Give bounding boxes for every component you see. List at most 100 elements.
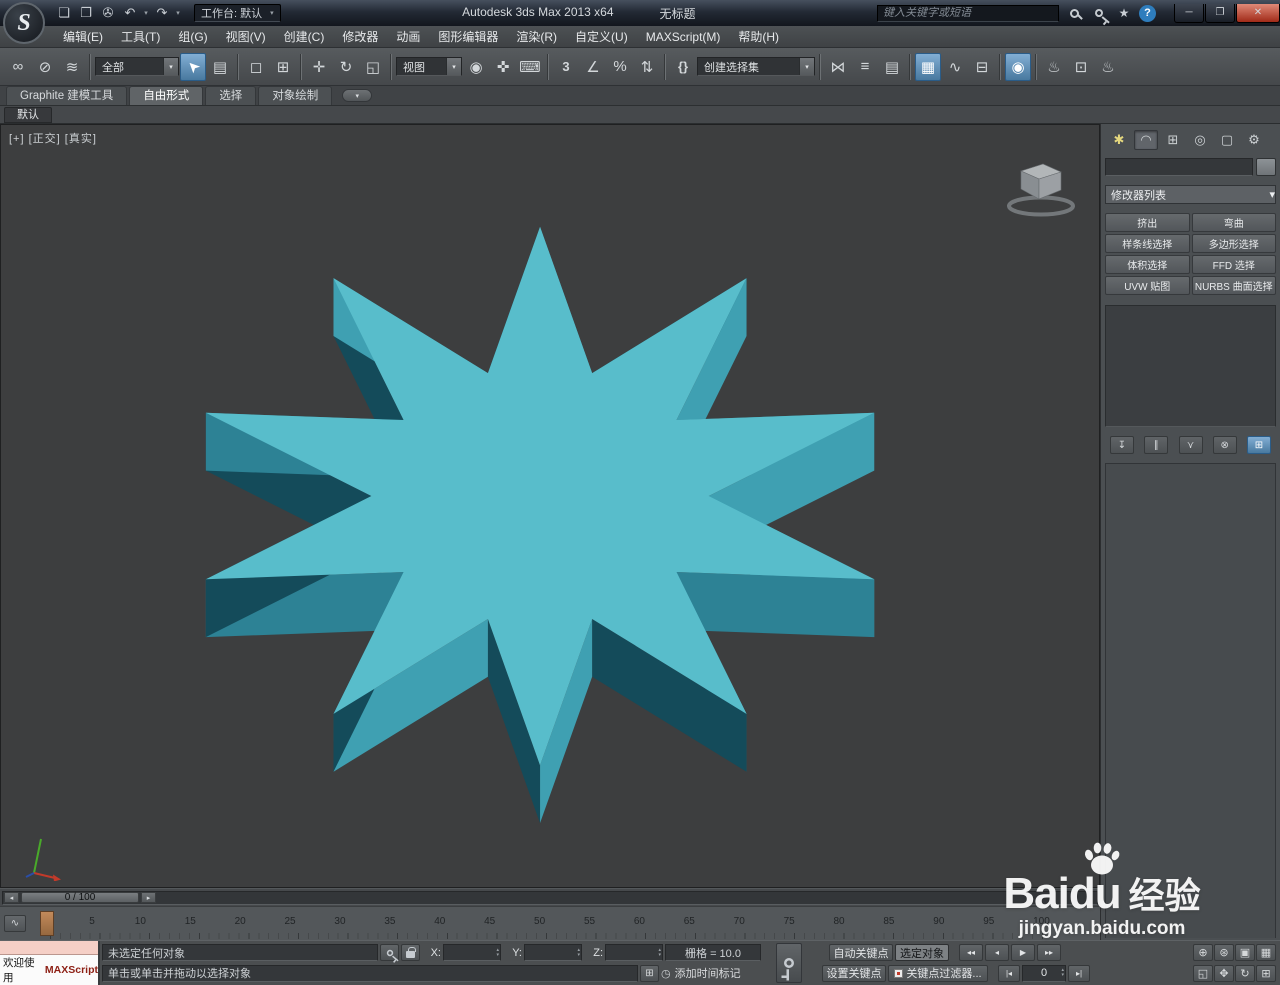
- previous-frame-arrow[interactable]: ◂: [4, 892, 19, 903]
- listener-line[interactable]: 欢迎使用 MAXScript: [0, 955, 98, 985]
- curve-editor-icon[interactable]: ∿: [942, 53, 968, 81]
- y-coordinate-field[interactable]: ▴ ▾: [524, 944, 582, 962]
- angle-snap-icon[interactable]: ∠: [580, 53, 606, 81]
- menu-item-rendering[interactable]: 渲染(R): [507, 26, 566, 48]
- select-by-name-icon[interactable]: ▤: [207, 53, 233, 81]
- save-file-icon[interactable]: ✇: [98, 3, 118, 23]
- modifier-list-dropdown[interactable]: 修改器列表 ▾: [1105, 185, 1276, 204]
- time-slider-track[interactable]: ◂ 0 / 100 ▸: [2, 890, 1098, 905]
- select-and-move-icon[interactable]: ✛: [306, 53, 332, 81]
- tab-freeform[interactable]: 自由形式: [129, 86, 204, 105]
- modifier-button-spline-select[interactable]: 样条线选择: [1105, 234, 1190, 253]
- use-pivot-center-icon[interactable]: ◉: [463, 53, 489, 81]
- workspace-dropdown[interactable]: 工作台: 默认 ▾: [194, 4, 281, 22]
- track-bar[interactable]: ∿ 5 10 15 20 25 30 35 40 45 50 55 60 65 70 75 80 85 90 95 1…: [0, 906, 1100, 940]
- favorites-star-icon[interactable]: ★: [1114, 3, 1134, 23]
- named-selection-set-dropdown[interactable]: 创建选择集 ▾: [697, 57, 815, 76]
- bind-to-spacewarp-icon[interactable]: ≋: [59, 53, 85, 81]
- mini-curve-editor-icon[interactable]: ∿: [4, 915, 26, 932]
- edit-named-selection-sets-icon[interactable]: {}: [670, 53, 696, 81]
- modifier-stack[interactable]: [1105, 305, 1276, 427]
- pin-stack-icon[interactable]: ↧: [1110, 436, 1134, 454]
- modifier-button-nurbs-select[interactable]: NURBS 曲面选择: [1191, 276, 1276, 295]
- absolute-offset-mode-icon[interactable]: ⊞: [640, 964, 659, 982]
- add-time-tag[interactable]: ◷ 添加时间标记: [661, 965, 769, 981]
- previous-key-button[interactable]: |◂: [998, 964, 1020, 982]
- selection-lock-key-icon[interactable]: [380, 944, 399, 962]
- select-object-icon[interactable]: ➤: [180, 52, 206, 81]
- modifier-button-poly-select[interactable]: 多边形选择: [1191, 234, 1276, 253]
- zoom-all-icon[interactable]: ⊛: [1214, 944, 1234, 962]
- viewcube[interactable]: [1003, 155, 1079, 217]
- zoom-icon[interactable]: ⊕: [1193, 944, 1213, 962]
- menu-item-edit[interactable]: 编辑(E): [54, 26, 112, 48]
- auto-key-button[interactable]: 自动关键点: [829, 944, 893, 962]
- modifier-button-extrude[interactable]: 挤出: [1105, 213, 1190, 232]
- time-slider-handle[interactable]: 0 / 100: [21, 892, 139, 903]
- modifier-button-uvw-map[interactable]: UVW 贴图: [1105, 276, 1190, 295]
- tab-default[interactable]: 默认: [4, 106, 52, 123]
- selected-filter-button[interactable]: 选定对象: [895, 944, 949, 962]
- tab-selection[interactable]: 选择: [205, 86, 257, 105]
- select-and-manipulate-icon[interactable]: ✜: [490, 53, 516, 81]
- zoom-extents-all-icon[interactable]: ▦: [1256, 944, 1276, 962]
- configure-modifier-sets-icon[interactable]: ⊞: [1247, 436, 1271, 454]
- tab-display[interactable]: ▢: [1215, 130, 1239, 150]
- tab-utilities[interactable]: ⚙: [1242, 130, 1266, 150]
- redo-dropdown-icon[interactable]: ▾: [174, 3, 182, 23]
- schematic-view-icon[interactable]: ⊟: [969, 53, 995, 81]
- viewport-label[interactable]: [+] [正交] [真实]: [9, 130, 97, 146]
- next-key-button[interactable]: ▸|: [1068, 964, 1090, 982]
- menu-item-maxscript[interactable]: MAXScript(M): [637, 26, 730, 48]
- orbit-icon[interactable]: ↻: [1235, 964, 1255, 982]
- modifier-button-ffd-select[interactable]: FFD 选择: [1191, 255, 1276, 274]
- menu-item-animation[interactable]: 动画: [387, 26, 429, 48]
- rendered-frame-window-icon[interactable]: ⊡: [1068, 53, 1094, 81]
- play-button[interactable]: ▶: [1011, 944, 1035, 962]
- x-coordinate-field[interactable]: ▴ ▾: [443, 944, 501, 962]
- maximize-viewport-toggle-icon[interactable]: ⊞: [1256, 964, 1276, 982]
- set-key-button[interactable]: 设置关键点: [822, 964, 886, 982]
- new-file-icon[interactable]: ❏: [54, 3, 74, 23]
- previous-frame-button[interactable]: ◂: [985, 944, 1009, 962]
- menu-item-modifiers[interactable]: 修改器: [333, 26, 387, 48]
- select-and-link-icon[interactable]: ∞: [5, 53, 31, 81]
- undo-icon[interactable]: ↶: [120, 3, 140, 23]
- redo-icon[interactable]: ↷: [152, 3, 172, 23]
- tab-hierarchy[interactable]: ⊞: [1161, 130, 1185, 150]
- help-icon[interactable]: ?: [1139, 4, 1156, 22]
- tab-create[interactable]: ✱: [1107, 130, 1131, 150]
- render-setup-icon[interactable]: ♨: [1041, 53, 1067, 81]
- time-slider[interactable]: ◂ 0 / 100 ▸: [0, 888, 1100, 906]
- star-shape[interactable]: [1, 125, 1099, 887]
- modifier-button-bend[interactable]: 弯曲: [1191, 213, 1276, 232]
- current-frame-field[interactable]: 0 ▴ ▾: [1022, 964, 1066, 982]
- keyboard-shortcut-override-icon[interactable]: ⌨: [517, 53, 543, 81]
- go-to-end-button[interactable]: ▸▸: [1037, 944, 1061, 962]
- object-color-swatch[interactable]: [1256, 158, 1276, 176]
- search-input[interactable]: [877, 4, 1059, 22]
- percent-snap-icon[interactable]: %: [607, 53, 633, 81]
- layer-manager-icon[interactable]: ▤: [879, 53, 905, 81]
- maximize-button[interactable]: ❐: [1205, 3, 1235, 23]
- menu-item-create[interactable]: 创建(C): [275, 26, 334, 48]
- mirror-icon[interactable]: ⋈: [825, 53, 851, 81]
- align-icon[interactable]: ≡: [852, 53, 878, 81]
- rectangular-selection-region-icon[interactable]: ◻: [243, 53, 269, 81]
- 3dsmax-logo-icon[interactable]: S: [3, 2, 45, 44]
- go-to-start-button[interactable]: ◂◂: [959, 944, 983, 962]
- show-end-result-icon[interactable]: ∥: [1144, 436, 1169, 454]
- select-and-rotate-icon[interactable]: ↻: [333, 53, 359, 81]
- zoom-extents-icon[interactable]: ▣: [1235, 944, 1255, 962]
- menu-item-graph-editors[interactable]: 图形编辑器: [429, 26, 507, 48]
- pan-icon[interactable]: ✥: [1214, 964, 1234, 982]
- next-frame-arrow[interactable]: ▸: [141, 892, 156, 903]
- selection-lock-icon[interactable]: [401, 944, 420, 962]
- spinner-snap-icon[interactable]: ⇅: [634, 53, 660, 81]
- modifier-button-volume-select[interactable]: 体积选择: [1105, 255, 1190, 274]
- minimize-button[interactable]: ─: [1174, 3, 1204, 23]
- open-file-icon[interactable]: ❐: [76, 3, 96, 23]
- menu-item-tools[interactable]: 工具(T): [112, 26, 169, 48]
- macro-recorder-line[interactable]: [0, 941, 98, 955]
- menu-item-views[interactable]: 视图(V): [217, 26, 275, 48]
